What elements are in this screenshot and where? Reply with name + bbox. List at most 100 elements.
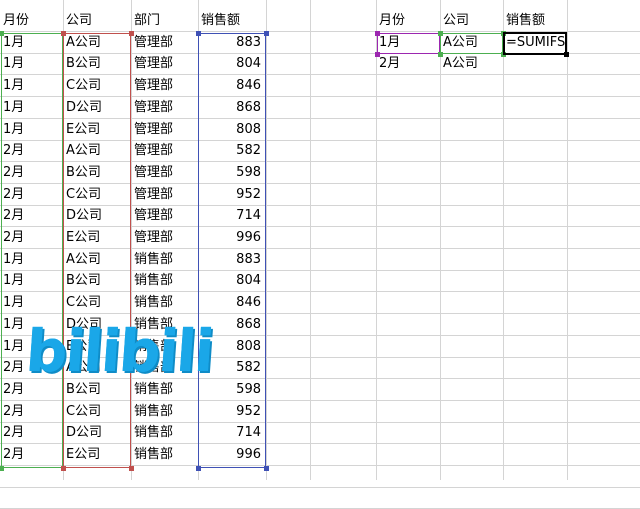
table-cell[interactable]: 管理部	[131, 184, 198, 205]
table-cell[interactable]: 1月	[0, 270, 63, 291]
table-cell[interactable]: 1月	[0, 249, 63, 270]
grid-row-line	[0, 487, 640, 488]
table-cell[interactable]: 销售部	[131, 249, 198, 270]
table-cell[interactable]: 管理部	[131, 53, 198, 74]
table-cell[interactable]: A公司	[63, 32, 131, 53]
table-cell[interactable]: 1月	[0, 75, 63, 96]
sales-cell[interactable]: 996	[198, 227, 266, 248]
table-cell[interactable]: D公司	[63, 205, 131, 226]
table-cell[interactable]: D公司	[63, 97, 131, 118]
table-cell[interactable]: 1月	[0, 292, 63, 313]
table-cell[interactable]: B公司	[63, 270, 131, 291]
sales-cell[interactable]: 714	[198, 205, 266, 226]
table-cell[interactable]: 销售部	[131, 444, 198, 465]
selection-handle[interactable]	[438, 31, 443, 36]
table-cell[interactable]: 管理部	[131, 205, 198, 226]
table-cell[interactable]: E公司	[63, 119, 131, 140]
table-cell[interactable]: C公司	[63, 75, 131, 96]
criteria-cell[interactable]: A公司	[440, 32, 503, 53]
selection-handle[interactable]	[129, 466, 134, 471]
selection-handle[interactable]	[0, 31, 4, 36]
table-cell[interactable]: A公司	[63, 140, 131, 161]
selection-handle[interactable]	[196, 466, 201, 471]
selection-handle[interactable]	[501, 31, 506, 36]
table-cell[interactable]: C公司	[63, 184, 131, 205]
table-cell[interactable]: 2月	[0, 184, 63, 205]
selection-handle[interactable]	[0, 466, 4, 471]
table-cell[interactable]: C公司	[63, 401, 131, 422]
selection-handle[interactable]	[438, 52, 443, 57]
selection-handle[interactable]	[375, 52, 380, 57]
grid-column-line	[503, 0, 504, 480]
table-cell[interactable]: 管理部	[131, 75, 198, 96]
table-cell[interactable]: 2月	[0, 227, 63, 248]
bilibili-watermark: bilibili	[23, 317, 215, 385]
sales-cell[interactable]: 996	[198, 444, 266, 465]
header-cell[interactable]: 销售额	[198, 10, 266, 31]
table-cell[interactable]: 1月	[0, 97, 63, 118]
sales-cell[interactable]: 868	[198, 97, 266, 118]
criteria-header-cell[interactable]: 公司	[440, 10, 503, 31]
sales-cell[interactable]: 952	[198, 401, 266, 422]
header-cell[interactable]: 部门	[131, 10, 198, 31]
table-cell[interactable]: 2月	[0, 401, 63, 422]
selection-handle[interactable]	[264, 31, 269, 36]
table-cell[interactable]: 管理部	[131, 140, 198, 161]
table-cell[interactable]: 1月	[0, 119, 63, 140]
table-cell[interactable]: 管理部	[131, 227, 198, 248]
selection-handle[interactable]	[264, 466, 269, 471]
grid-column-line	[567, 0, 568, 480]
sales-cell[interactable]: 582	[198, 140, 266, 161]
grid-row-line	[0, 465, 640, 466]
table-cell[interactable]: 2月	[0, 140, 63, 161]
sales-cell[interactable]: 808	[198, 119, 266, 140]
selection-handle[interactable]	[129, 31, 134, 36]
selection-handle[interactable]	[501, 52, 506, 57]
table-cell[interactable]: 销售部	[131, 401, 198, 422]
sales-cell[interactable]: 883	[198, 32, 266, 53]
sales-cell[interactable]: 846	[198, 75, 266, 96]
criteria-cell[interactable]: A公司	[440, 53, 503, 74]
table-cell[interactable]: 销售部	[131, 422, 198, 443]
criteria-cell[interactable]: 2月	[376, 53, 440, 74]
selection-handle[interactable]	[61, 466, 66, 471]
header-cell[interactable]: 公司	[63, 10, 131, 31]
table-cell[interactable]: B公司	[63, 53, 131, 74]
selection-handle[interactable]	[196, 31, 201, 36]
table-cell[interactable]: 2月	[0, 422, 63, 443]
table-cell[interactable]: 管理部	[131, 162, 198, 183]
table-cell[interactable]: A公司	[63, 249, 131, 270]
selection-handle[interactable]	[375, 31, 380, 36]
sales-cell[interactable]: 714	[198, 422, 266, 443]
grid-column-line	[310, 0, 311, 480]
criteria-header-cell[interactable]: 销售额	[503, 10, 567, 31]
table-cell[interactable]: 2月	[0, 205, 63, 226]
sales-cell[interactable]: 804	[198, 53, 266, 74]
table-cell[interactable]: 1月	[0, 53, 63, 74]
table-cell[interactable]: 2月	[0, 162, 63, 183]
table-cell[interactable]: 销售部	[131, 270, 198, 291]
fill-handle[interactable]	[564, 52, 569, 57]
table-cell[interactable]: 销售部	[131, 292, 198, 313]
sales-cell[interactable]: 883	[198, 249, 266, 270]
selection-handle[interactable]	[61, 31, 66, 36]
spreadsheet-grid[interactable]: 月份 公司 部门 销售额 1月 A公司 管理部 883 1月 B公司 管理部 804 1月 C公司 管理部 8…	[0, 0, 640, 509]
criteria-header-cell[interactable]: 月份	[376, 10, 440, 31]
table-cell[interactable]: 2月	[0, 444, 63, 465]
sales-cell[interactable]: 598	[198, 162, 266, 183]
formula-cell[interactable]: =SUMIFS(D	[503, 32, 567, 53]
table-cell[interactable]: 1月	[0, 32, 63, 53]
table-cell[interactable]: 管理部	[131, 32, 198, 53]
sales-cell[interactable]: 952	[198, 184, 266, 205]
table-cell[interactable]: E公司	[63, 227, 131, 248]
table-cell[interactable]: C公司	[63, 292, 131, 313]
sales-cell[interactable]: 846	[198, 292, 266, 313]
table-cell[interactable]: E公司	[63, 444, 131, 465]
header-cell[interactable]: 月份	[0, 10, 63, 31]
table-cell[interactable]: 管理部	[131, 97, 198, 118]
table-cell[interactable]: D公司	[63, 422, 131, 443]
criteria-cell[interactable]: 1月	[376, 32, 440, 53]
table-cell[interactable]: 管理部	[131, 119, 198, 140]
sales-cell[interactable]: 804	[198, 270, 266, 291]
table-cell[interactable]: B公司	[63, 162, 131, 183]
